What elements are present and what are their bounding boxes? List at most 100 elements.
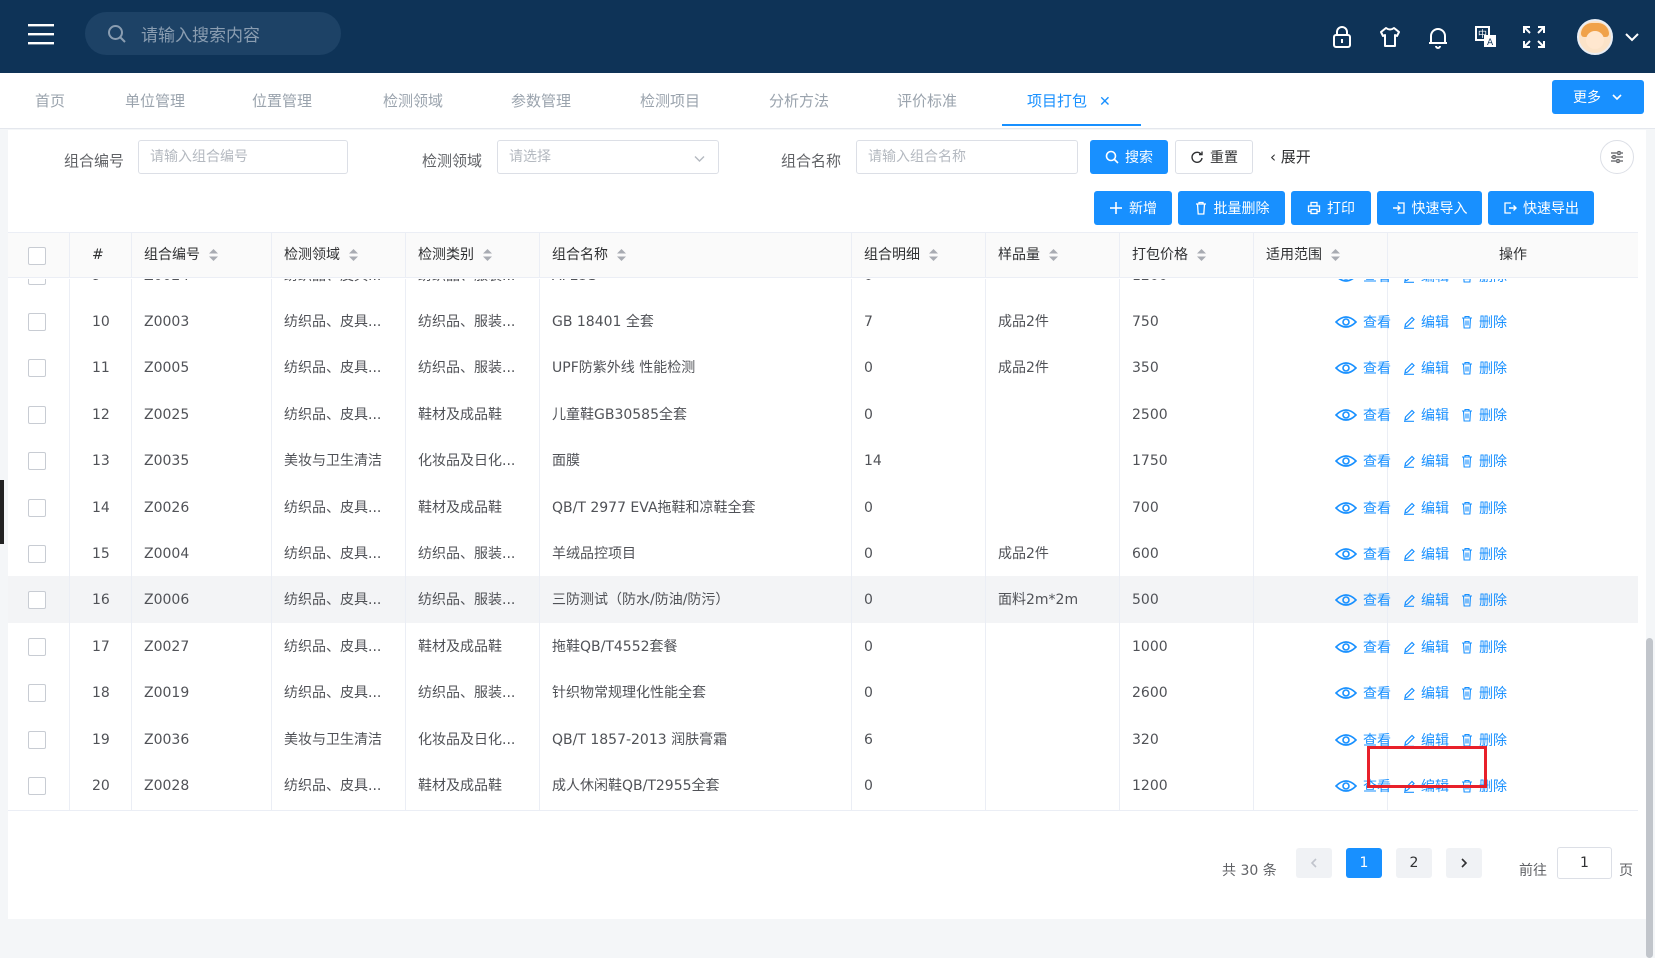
view-link[interactable]: 查看 [1335,358,1391,378]
view-link[interactable]: 查看 [1335,544,1391,564]
close-icon[interactable]: ✕ [1099,74,1111,130]
sort-icon[interactable] [482,247,493,263]
edit-link[interactable]: 编辑 [1403,405,1449,425]
sort-icon[interactable] [616,247,627,263]
cell-code: Z0006 [132,576,272,625]
print-button[interactable]: 打印 [1291,191,1371,225]
tab-parameter-management[interactable]: 参数管理 [511,73,571,129]
goto-page-input[interactable]: 1 [1557,847,1612,879]
view-link[interactable]: 查看 [1335,683,1391,703]
edit-link[interactable]: 编辑 [1403,498,1449,518]
col-header-code[interactable]: 组合编号 [132,233,272,278]
delete-link[interactable]: 删除 [1461,405,1507,425]
sort-icon[interactable] [1330,247,1341,263]
code-filter-input[interactable]: 请输入组合编号 [138,140,348,174]
select-all-checkbox[interactable] [28,247,46,265]
row-checkbox[interactable] [28,359,46,378]
edit-link[interactable]: 编辑 [1403,312,1449,332]
delete-link[interactable]: 删除 [1461,498,1507,518]
sort-icon[interactable] [928,247,939,263]
tab-location-management[interactable]: 位置管理 [252,73,312,129]
view-link[interactable]: 查看 [1335,637,1391,657]
col-header-detail[interactable]: 组合明细 [852,233,986,278]
quick-import-button[interactable]: 快速导入 [1377,191,1482,225]
user-avatar[interactable] [1577,18,1613,55]
row-checkbox[interactable] [28,498,46,517]
tab-evaluation-standard[interactable]: 评价标准 [897,73,957,129]
sort-icon[interactable] [348,247,359,263]
delete-link[interactable]: 删除 [1461,544,1507,564]
table-scrollbar[interactable] [1646,638,1653,958]
tab-home[interactable]: 首页 [35,73,65,129]
row-checkbox[interactable] [28,545,46,563]
row-checkbox[interactable] [28,405,46,424]
prev-page-button[interactable] [1296,848,1332,878]
tab-test-item[interactable]: 检测项目 [640,73,700,129]
col-header-sample[interactable]: 样品量 [986,233,1120,278]
delete-link[interactable]: 删除 [1461,358,1507,378]
expand-toggle[interactable]: ‹ 展开 [1270,140,1311,174]
view-link[interactable]: 查看 [1335,312,1391,332]
bell-icon[interactable] [1425,24,1451,50]
edit-link[interactable]: 编辑 [1403,279,1449,286]
edit-link[interactable]: 编辑 [1403,544,1449,564]
fullscreen-icon[interactable] [1521,24,1547,50]
lock-icon[interactable] [1329,24,1355,50]
col-header-price[interactable]: 打包价格 [1120,233,1254,278]
delete-link[interactable]: 删除 [1461,312,1507,332]
sort-icon[interactable] [208,247,219,263]
reset-button[interactable]: 重置 [1175,140,1253,174]
shirt-icon[interactable] [1377,24,1403,50]
delete-link[interactable]: 删除 [1461,637,1507,657]
tab-test-domain[interactable]: 检测领域 [383,73,443,129]
sort-icon[interactable] [1048,247,1059,263]
more-button[interactable]: 更多 [1552,80,1644,114]
view-link[interactable]: 查看 [1335,405,1391,425]
page-2-button[interactable]: 2 [1396,848,1432,878]
page-1-button[interactable]: 1 [1346,848,1382,878]
chevron-down-icon[interactable] [1623,28,1641,46]
add-button[interactable]: 新增 [1094,191,1172,225]
delete-link[interactable]: 删除 [1461,451,1507,471]
view-link[interactable]: 查看 [1335,498,1391,518]
edit-link[interactable]: 编辑 [1403,637,1449,657]
name-filter-input[interactable]: 请输入组合名称 [856,140,1078,174]
translate-icon[interactable]: 中A [1473,24,1499,50]
row-checkbox[interactable] [28,452,46,471]
search-button[interactable]: 搜索 [1090,140,1168,174]
global-search[interactable]: 请输入搜索内容 [85,12,341,55]
view-link[interactable]: 查看 [1335,451,1391,471]
row-checkbox[interactable] [28,279,46,285]
edit-link[interactable]: 编辑 [1403,590,1449,610]
row-checkbox[interactable] [28,777,46,795]
view-link[interactable]: 查看 [1335,279,1391,286]
tab-analysis-method[interactable]: 分析方法 [769,73,829,129]
delete-link[interactable]: 删除 [1461,683,1507,703]
edit-link[interactable]: 编辑 [1403,358,1449,378]
delete-link[interactable]: 删除 [1461,590,1507,610]
tab-unit-management[interactable]: 单位管理 [125,73,185,129]
domain-filter-select[interactable]: 请选择 [497,140,719,174]
col-header-category[interactable]: 检测类别 [406,233,540,278]
view-link[interactable]: 查看 [1335,590,1391,610]
side-drawer-handle[interactable] [0,480,4,544]
col-header-domain[interactable]: 检测领域 [272,233,406,278]
sort-icon[interactable] [1196,247,1207,263]
menu-toggle-icon[interactable] [28,23,54,45]
column-settings-button[interactable] [1600,140,1634,174]
row-checkbox[interactable] [28,313,46,331]
next-page-button[interactable] [1446,848,1482,878]
row-checkbox[interactable] [28,730,46,749]
row-checkbox[interactable] [28,684,46,703]
edit-link[interactable]: 编辑 [1403,683,1449,703]
delete-link[interactable]: 删除 [1461,279,1507,286]
col-header-name[interactable]: 组合名称 [540,233,852,278]
quick-export-button[interactable]: 快速导出 [1488,191,1594,225]
row-checkbox[interactable] [28,637,46,656]
tab-project-package[interactable]: 项目打包 ✕ [1027,73,1111,129]
col-header-scope[interactable]: 适用范围 [1254,233,1388,278]
cell-category: 鞋材及成品鞋 [406,762,540,810]
batch-delete-button[interactable]: 批量删除 [1178,191,1285,225]
edit-link[interactable]: 编辑 [1403,451,1449,471]
row-checkbox[interactable] [28,591,46,610]
